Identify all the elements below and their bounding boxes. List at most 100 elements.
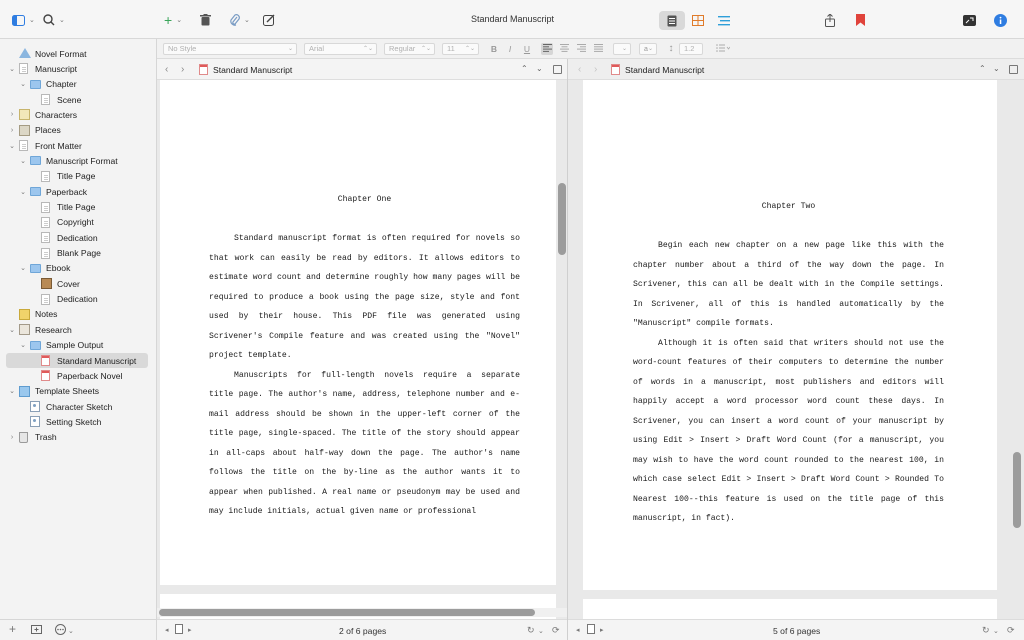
disclosure-chevron-down-icon[interactable]: ⌄ [19, 80, 27, 88]
right-editor-title[interactable]: Standard Manuscript [625, 65, 704, 75]
disclosure-chevron-right-icon[interactable]: › [8, 127, 16, 134]
disclosure-chevron-down-icon[interactable]: ⌄ [19, 188, 27, 196]
font-family-select[interactable]: Arial ⌃⌄ [304, 43, 377, 55]
disclosure-chevron-right-icon[interactable]: › [8, 111, 16, 118]
binder-item[interactable]: ⌄ Manuscript [0, 61, 156, 76]
align-left-button[interactable] [541, 43, 553, 55]
binder-item[interactable]: › Trash [0, 430, 156, 445]
corkboard-view-button[interactable] [685, 11, 711, 30]
underline-button[interactable]: U [521, 43, 533, 55]
left-horizontal-scrollbar[interactable] [159, 609, 535, 616]
compose-button[interactable] [263, 10, 275, 30]
search-button[interactable]: ⌄ [43, 10, 65, 30]
disclosure-chevron-down-icon[interactable]: ⌄ [19, 341, 27, 349]
add-item-plus-icon[interactable]: + [9, 622, 16, 636]
binder-item[interactable]: Dedication [0, 292, 156, 307]
add-button[interactable]: + ⌄ [164, 10, 182, 30]
next-document-chevron-down-icon[interactable]: ⌄ [536, 64, 543, 73]
triangle-right-icon[interactable]: ▸ [600, 626, 604, 634]
font-weight-select[interactable]: Regular ⌃⌄ [384, 43, 435, 55]
binder-item[interactable]: Dedication [0, 230, 156, 245]
binder-item[interactable]: › Places [0, 123, 156, 138]
right-editor-pane[interactable]: Chapter Two Begin each new chapter on a … [568, 80, 1024, 619]
binder-item[interactable]: Copyright [0, 215, 156, 230]
reload-icon[interactable]: ⟳ [1007, 625, 1015, 636]
info-icon [994, 13, 1007, 27]
previous-document-chevron-up-icon[interactable]: ⌃ [521, 64, 528, 73]
italic-button[interactable]: I [504, 43, 516, 55]
style-select[interactable]: No Style ⌄ [163, 43, 297, 55]
bold-button[interactable]: B [488, 43, 500, 55]
inspector-button[interactable] [994, 10, 1007, 30]
binder-item[interactable]: Paperback Novel [0, 368, 156, 383]
disclosure-chevron-down-icon[interactable]: ⌄ [8, 142, 16, 150]
disclosure-chevron-down-icon[interactable]: ⌄ [8, 65, 16, 73]
delete-button[interactable] [200, 10, 211, 30]
triangle-left-icon[interactable]: ◂ [576, 626, 580, 634]
line-spacing-select[interactable]: 1.2 [679, 43, 703, 55]
left-editor-pane[interactable]: Chapter One Standard manuscript format i… [157, 80, 567, 619]
align-right-button[interactable] [575, 43, 587, 55]
folder-icon [30, 79, 41, 89]
left-editor-title[interactable]: Standard Manuscript [213, 65, 292, 75]
view-mode-segmented-control[interactable] [659, 11, 737, 30]
bookmark-button[interactable] [856, 10, 865, 30]
disclosure-chevron-down-icon[interactable]: ⌄ [19, 264, 27, 272]
split-editor-icon[interactable] [553, 65, 562, 74]
binder-item[interactable]: ⌄ Chapter [0, 77, 156, 92]
binder-item[interactable]: Cover [0, 276, 156, 291]
binder-item[interactable]: Title Page [0, 169, 156, 184]
binder-item[interactable]: ⌄ Paperback [0, 184, 156, 199]
composition-mode-button[interactable] [963, 10, 976, 30]
binder-item[interactable]: Blank Page [0, 246, 156, 261]
goal-target-icon[interactable]: ↻ [982, 625, 990, 636]
forward-chevron-icon[interactable]: › [181, 64, 184, 75]
disclosure-chevron-right-icon[interactable]: › [8, 434, 16, 441]
forward-chevron-icon[interactable]: › [594, 64, 597, 75]
disclosure-chevron-down-icon[interactable]: ⌄ [8, 326, 16, 334]
binder-item[interactable]: Character Sketch [0, 399, 156, 414]
binder-item[interactable]: › Characters [0, 107, 156, 122]
binder-item[interactable]: Notes [0, 307, 156, 322]
left-manuscript-page[interactable]: Chapter One Standard manuscript format i… [160, 80, 556, 585]
back-chevron-icon[interactable]: ‹ [578, 64, 581, 75]
align-justify-button[interactable] [592, 43, 604, 55]
list-button[interactable] [712, 43, 734, 55]
split-editor-icon[interactable] [1009, 65, 1018, 74]
right-manuscript-page[interactable]: Chapter Two Begin each new chapter on a … [583, 80, 997, 590]
binder-item[interactable]: ⌄ Ebook [0, 261, 156, 276]
binder-item[interactable]: ⌄ Research [0, 322, 156, 337]
triangle-left-icon[interactable]: ◂ [165, 626, 169, 634]
share-button[interactable] [825, 10, 835, 30]
binder-item[interactable]: Novel Format [0, 46, 156, 61]
back-chevron-icon[interactable]: ‹ [165, 64, 168, 75]
binder-item[interactable]: ⌄ Manuscript Format [0, 153, 156, 168]
disclosure-chevron-down-icon[interactable]: ⌄ [8, 387, 16, 395]
template-sheets-icon [19, 385, 30, 397]
disclosure-chevron-down-icon[interactable]: ⌄ [19, 157, 27, 165]
right-vertical-scrollbar[interactable] [1013, 452, 1021, 528]
attach-button[interactable]: ⌄ [229, 10, 250, 30]
binder-item[interactable]: Scene [0, 92, 156, 107]
new-folder-button[interactable] [31, 624, 42, 636]
settings-menu-button[interactable] [55, 624, 66, 637]
outliner-view-button[interactable] [711, 11, 737, 30]
goal-target-icon[interactable]: ↻ [527, 625, 535, 636]
font-size-select[interactable]: 11 ⌃⌄ [442, 43, 479, 55]
triangle-right-icon[interactable]: ▸ [188, 626, 192, 634]
left-vertical-scrollbar[interactable] [558, 183, 566, 255]
binder-item[interactable]: ⌄ Sample Output [0, 338, 156, 353]
align-center-button[interactable] [558, 43, 570, 55]
binder-item[interactable]: ⌄ Front Matter [0, 138, 156, 153]
binder-item[interactable]: Standard Manuscript [6, 353, 148, 368]
binder-toggle-button[interactable]: ⌄ [12, 10, 35, 30]
next-document-chevron-down-icon[interactable]: ⌄ [993, 64, 1000, 73]
highlight-color-picker[interactable]: a ⌄ [639, 43, 657, 55]
reload-icon[interactable]: ⟳ [552, 625, 560, 636]
previous-document-chevron-up-icon[interactable]: ⌃ [979, 64, 986, 73]
text-color-picker[interactable]: ⌄ [613, 43, 631, 55]
scrivenings-view-button[interactable] [659, 11, 685, 30]
binder-item[interactable]: ⌄ Template Sheets [0, 384, 156, 399]
binder-item[interactable]: Title Page [0, 200, 156, 215]
binder-item[interactable]: Setting Sketch [0, 414, 156, 429]
